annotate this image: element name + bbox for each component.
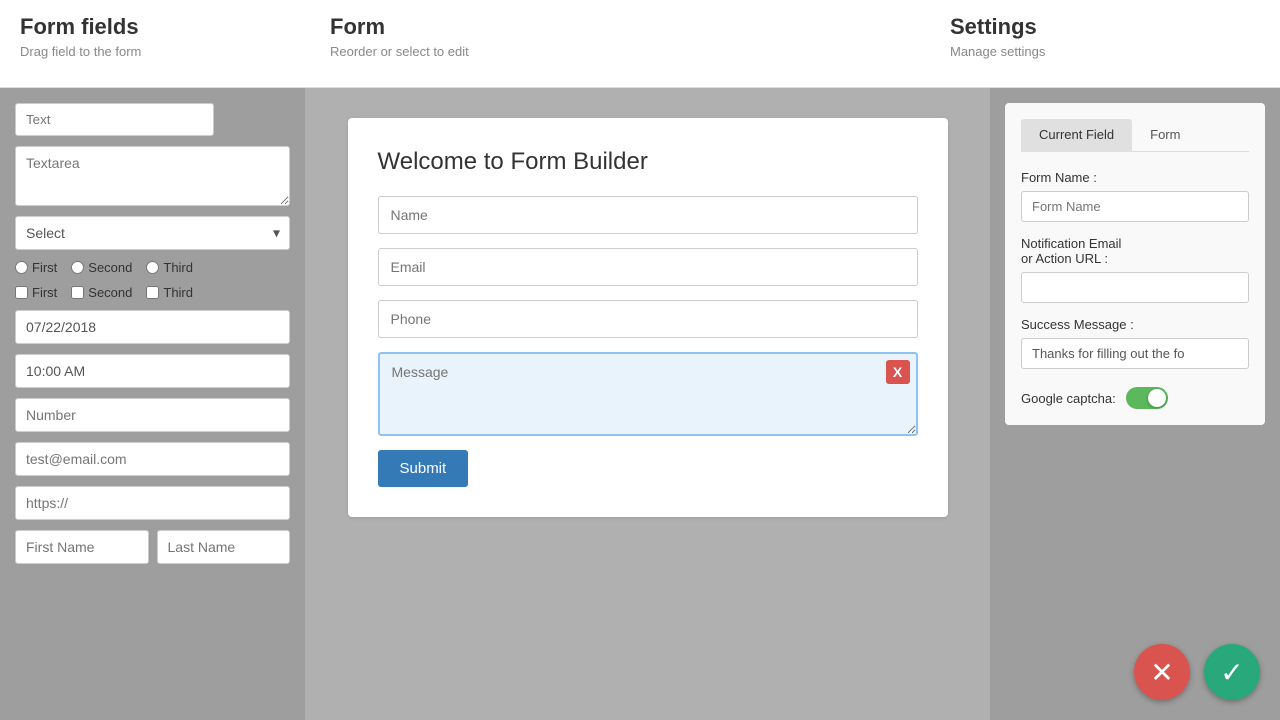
form-name-input[interactable] [378,196,918,234]
settings-success-input[interactable] [1021,338,1249,369]
notification-label: Notification Email or Action URL : [1021,236,1249,266]
remove-message-button[interactable]: X [886,360,910,384]
form-fields-subtitle: Drag field to the form [20,44,330,59]
checkbox-first[interactable]: First [15,285,57,300]
textarea-field[interactable] [15,146,290,206]
header-form-fields: Form fields Drag field to the form [20,14,330,59]
radio-first[interactable]: First [15,260,57,275]
time-field[interactable] [15,354,290,388]
form-fields-title: Form fields [20,14,330,40]
radio-group: First Second Third [15,260,290,275]
settings-title: Settings [950,14,1260,40]
cancel-button[interactable]: ✕ [1134,644,1190,700]
header-form: Form Reorder or select to edit [330,14,950,59]
form-card-title: Welcome to Form Builder [378,148,918,176]
form-message-textarea[interactable] [380,354,916,434]
date-field[interactable] [15,310,290,344]
settings-notification-input[interactable] [1021,272,1249,303]
email-field[interactable] [15,442,290,476]
right-panel: Current Field Form Form Name : Notificat… [990,88,1280,720]
success-label: Success Message : [1021,317,1249,332]
header: Form fields Drag field to the form Form … [0,0,1280,88]
left-panel: Select ▾ First Second Third First Second… [0,88,305,720]
settings-tabs: Current Field Form [1021,119,1249,152]
form-email-input[interactable] [378,248,918,286]
message-wrapper: X [378,352,918,436]
first-name-field[interactable] [15,530,149,564]
tab-form[interactable]: Form [1132,119,1198,152]
radio-third[interactable]: Third [146,260,193,275]
settings-subtitle: Manage settings [950,44,1260,59]
captcha-toggle[interactable] [1126,387,1168,409]
select-wrapper: Select ▾ [15,216,290,250]
checkbox-third[interactable]: Third [146,285,193,300]
url-field[interactable] [15,486,290,520]
form-name-label: Form Name : [1021,170,1249,185]
form-title: Form [330,14,950,40]
settings-card: Current Field Form Form Name : Notificat… [1005,103,1265,425]
tab-current-field[interactable]: Current Field [1021,119,1132,152]
center-panel: Welcome to Form Builder X Submit [305,88,990,720]
checkbox-second[interactable]: Second [71,285,132,300]
radio-second[interactable]: Second [71,260,132,275]
number-field[interactable] [15,398,290,432]
last-name-field[interactable] [157,530,291,564]
confirm-button[interactable]: ✓ [1204,644,1260,700]
toggle-knob [1148,389,1166,407]
form-subtitle: Reorder or select to edit [330,44,950,59]
select-field[interactable]: Select [15,216,290,250]
submit-button[interactable]: Submit [378,450,469,487]
settings-form-name-input[interactable] [1021,191,1249,222]
header-settings: Settings Manage settings [950,14,1260,59]
main-layout: Select ▾ First Second Third First Second… [0,88,1280,720]
captcha-label: Google captcha: [1021,391,1116,406]
captcha-row: Google captcha: [1021,387,1249,409]
form-phone-input[interactable] [378,300,918,338]
text-field[interactable] [15,103,214,136]
form-card: Welcome to Form Builder X Submit [348,118,948,517]
bottom-buttons: ✕ ✓ [1134,644,1260,700]
checkbox-group: First Second Third [15,285,290,300]
name-row [15,530,290,564]
